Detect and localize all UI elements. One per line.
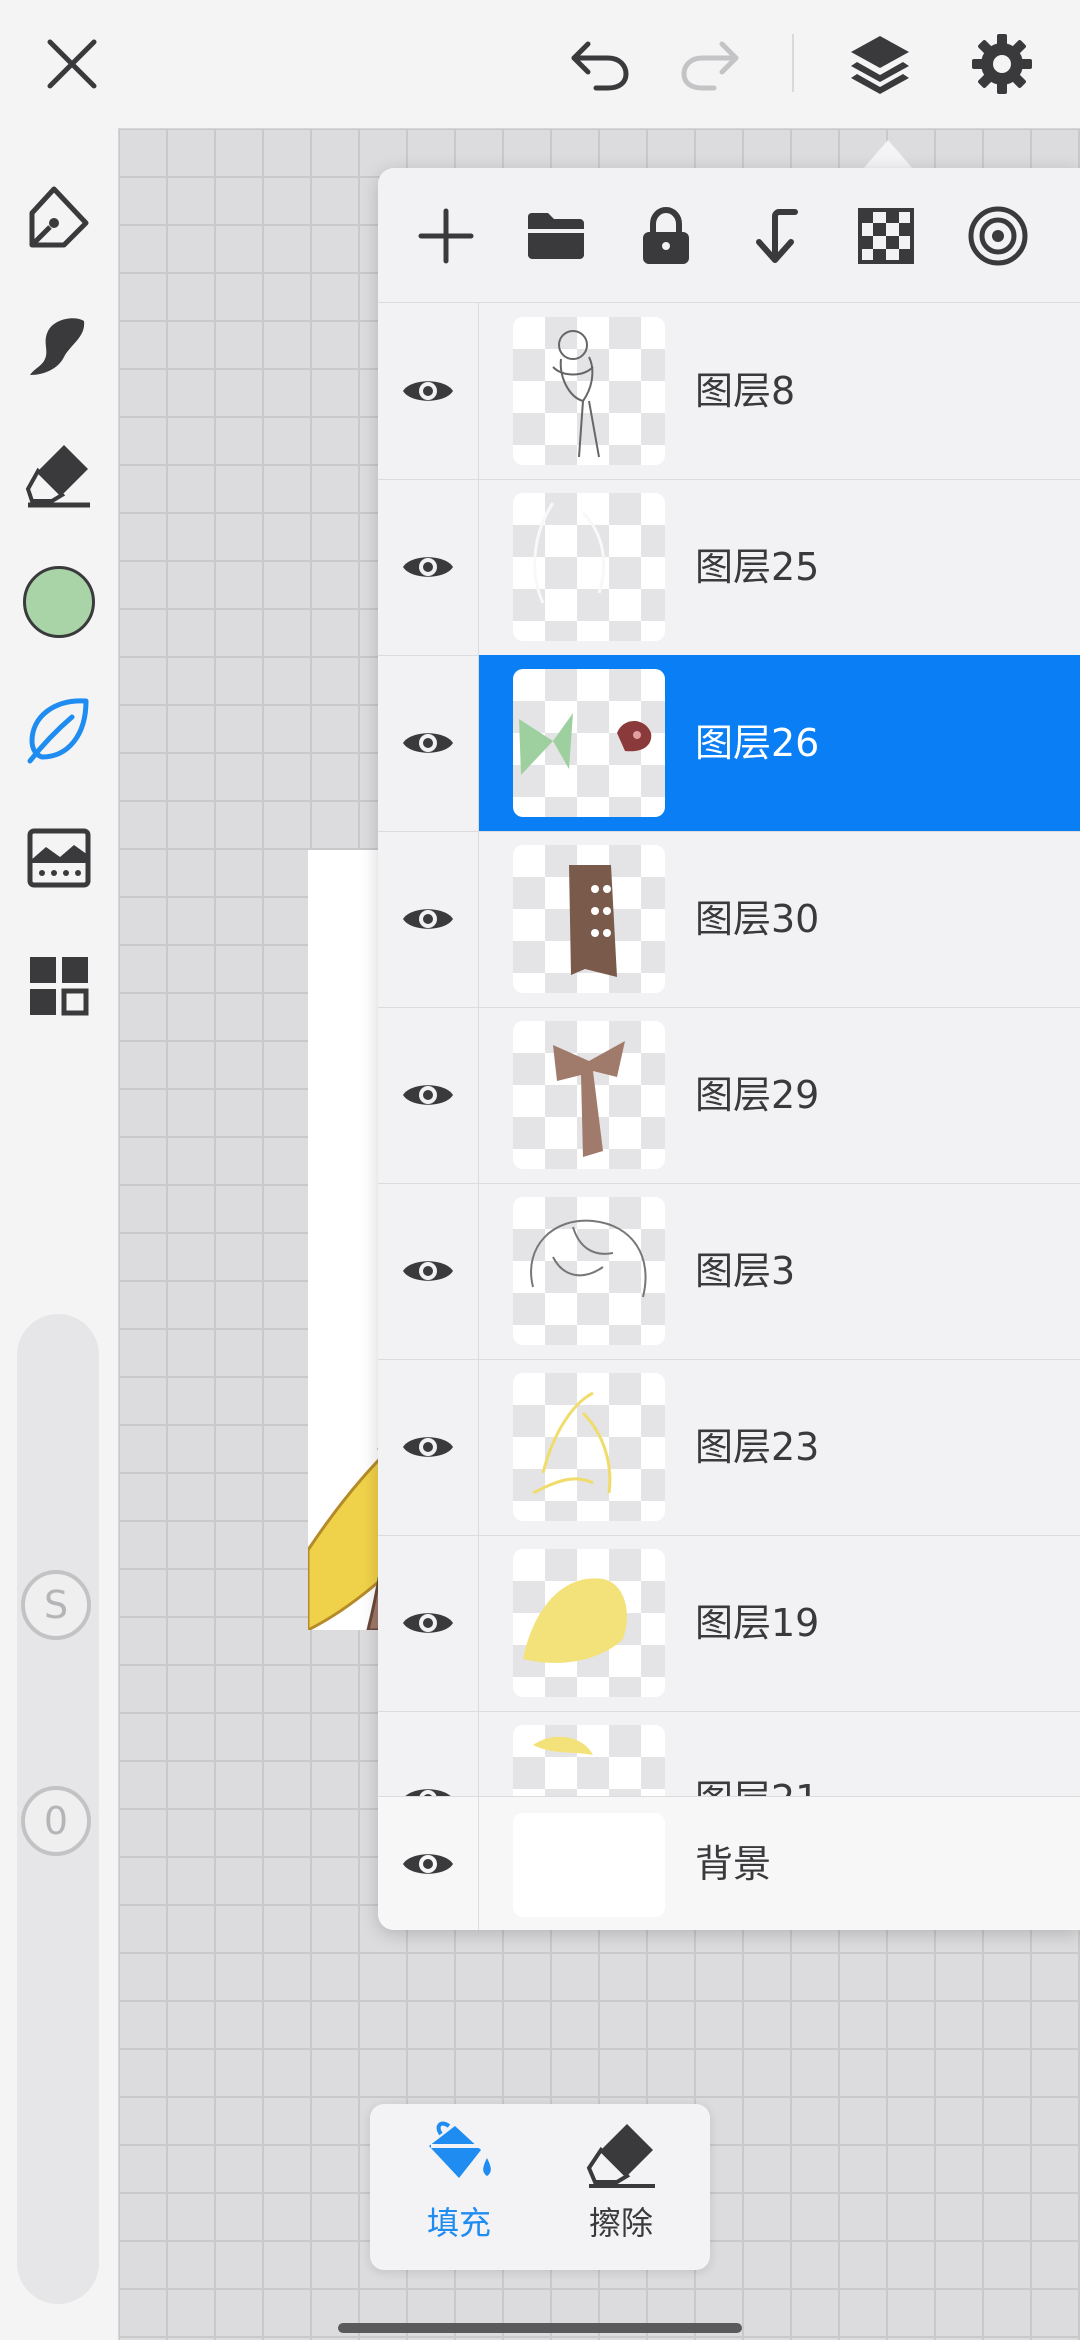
- visibility-toggle[interactable]: [378, 1797, 479, 1930]
- panel-pointer: [862, 140, 914, 170]
- layer-thumbnail: [513, 317, 665, 465]
- eye-icon: [403, 733, 453, 753]
- layer-name: 图层30: [695, 897, 820, 941]
- background-thumbnail: [513, 1813, 665, 1917]
- opacity-slider-label: 0: [43, 1799, 69, 1843]
- toolbar-divider: [792, 34, 794, 92]
- current-color: [23, 566, 95, 638]
- eye-icon: [403, 1613, 453, 1633]
- left-toolbar: S 0: [0, 128, 119, 2340]
- layer-body[interactable]: 图层8: [479, 303, 1080, 479]
- layer-thumbnail: [513, 845, 665, 993]
- layer-thumbnail: [513, 1021, 665, 1169]
- background-layer-name: 背景: [695, 1842, 772, 1886]
- size-slider-knob[interactable]: S: [21, 1570, 91, 1640]
- fill-tool-popup: 填充 擦除: [370, 2104, 710, 2270]
- eye-icon: [403, 1854, 453, 1874]
- eraser-icon: [586, 2124, 655, 2188]
- layer-body[interactable]: 图层30: [479, 831, 1080, 1007]
- layer-name: 图层8: [695, 369, 796, 413]
- pen-icon[interactable]: [19, 178, 99, 258]
- eye-icon: [403, 1085, 453, 1105]
- layer-row-selected[interactable]: 图层26: [378, 655, 1080, 832]
- layers-toolbar: [378, 168, 1080, 303]
- layer-body[interactable]: 图层19: [479, 1535, 1080, 1711]
- eraser-icon[interactable]: [19, 434, 99, 514]
- fill-button[interactable]: 填充: [384, 2120, 534, 2260]
- size-slider-label: S: [43, 1583, 69, 1627]
- layers-panel: 图层8 图层25 图层26 图层30 图层29 图层3 图层23 图层19 背景: [378, 168, 1080, 1930]
- brush-icon[interactable]: [19, 306, 99, 386]
- visibility-toggle[interactable]: [378, 1359, 479, 1535]
- layer-body[interactable]: 图层29: [479, 1007, 1080, 1183]
- checker-icon[interactable]: [848, 198, 924, 274]
- redo-icon[interactable]: [670, 24, 750, 104]
- visibility-toggle[interactable]: [378, 1535, 479, 1711]
- grid-menu-icon[interactable]: [19, 946, 99, 1026]
- add-layer-icon[interactable]: [408, 198, 484, 274]
- home-indicator[interactable]: [338, 2323, 742, 2333]
- paint-bucket-icon: [429, 2121, 491, 2178]
- opacity-slider-knob[interactable]: 0: [21, 1786, 91, 1856]
- layer-row[interactable]: 图层3: [378, 1183, 1080, 1360]
- layer-body[interactable]: 图层3: [479, 1183, 1080, 1359]
- visibility-toggle[interactable]: [378, 655, 479, 831]
- erase-label: 擦除: [588, 2204, 653, 2242]
- layer-thumbnail: [513, 1549, 665, 1697]
- target-icon[interactable]: [960, 198, 1036, 274]
- background-layer-row[interactable]: 背景: [378, 1796, 1080, 1930]
- layer-name: 图层26: [695, 721, 820, 765]
- folder-icon[interactable]: [518, 198, 594, 274]
- layer-row[interactable]: 图层30: [378, 831, 1080, 1008]
- layer-name: 图层25: [695, 545, 820, 589]
- layer-name: 图层3: [695, 1249, 796, 1293]
- eye-icon: [403, 381, 453, 401]
- layer-name: 图层29: [695, 1073, 820, 1117]
- erase-button[interactable]: 擦除: [546, 2120, 696, 2260]
- eye-icon: [403, 909, 453, 929]
- eye-icon: [403, 1437, 453, 1457]
- top-toolbar: [0, 0, 1080, 129]
- visibility-toggle[interactable]: [378, 1007, 479, 1183]
- fill-label: 填充: [426, 2204, 491, 2242]
- settings-icon[interactable]: [962, 24, 1042, 104]
- layer-thumbnail: [513, 669, 665, 817]
- layer-body[interactable]: 图层23: [479, 1359, 1080, 1535]
- layers-icon[interactable]: [840, 24, 920, 104]
- eye-icon: [403, 557, 453, 577]
- close-icon[interactable]: [32, 24, 112, 104]
- layer-row[interactable]: 图层23: [378, 1359, 1080, 1536]
- layer-thumbnail: [513, 1373, 665, 1521]
- layer-name: 图层19: [695, 1601, 820, 1645]
- layer-thumbnail: [513, 1197, 665, 1345]
- filter-icon[interactable]: [19, 818, 99, 898]
- layer-body[interactable]: 图层25: [479, 479, 1080, 655]
- lock-icon[interactable]: [628, 198, 704, 274]
- layer-thumbnail: [513, 493, 665, 641]
- layers-list: 图层8 图层25 图层26 图层30 图层29 图层3 图层23 图层19: [378, 303, 1080, 1930]
- color-swatch[interactable]: [19, 562, 99, 642]
- visibility-toggle[interactable]: [378, 831, 479, 1007]
- eye-icon: [403, 1261, 453, 1281]
- merge-down-icon[interactable]: [736, 198, 812, 274]
- visibility-toggle[interactable]: [378, 1183, 479, 1359]
- undo-icon[interactable]: [560, 24, 640, 104]
- visibility-toggle[interactable]: [378, 479, 479, 655]
- layer-row[interactable]: 图层25: [378, 479, 1080, 656]
- layer-row[interactable]: 图层29: [378, 1007, 1080, 1184]
- layer-row[interactable]: 图层8: [378, 303, 1080, 480]
- visibility-toggle[interactable]: [378, 303, 479, 479]
- layer-name: 图层23: [695, 1425, 820, 1469]
- leaf-brush-icon[interactable]: [19, 690, 99, 770]
- layer-row[interactable]: 图层19: [378, 1535, 1080, 1712]
- layer-body[interactable]: 图层26: [479, 655, 1080, 831]
